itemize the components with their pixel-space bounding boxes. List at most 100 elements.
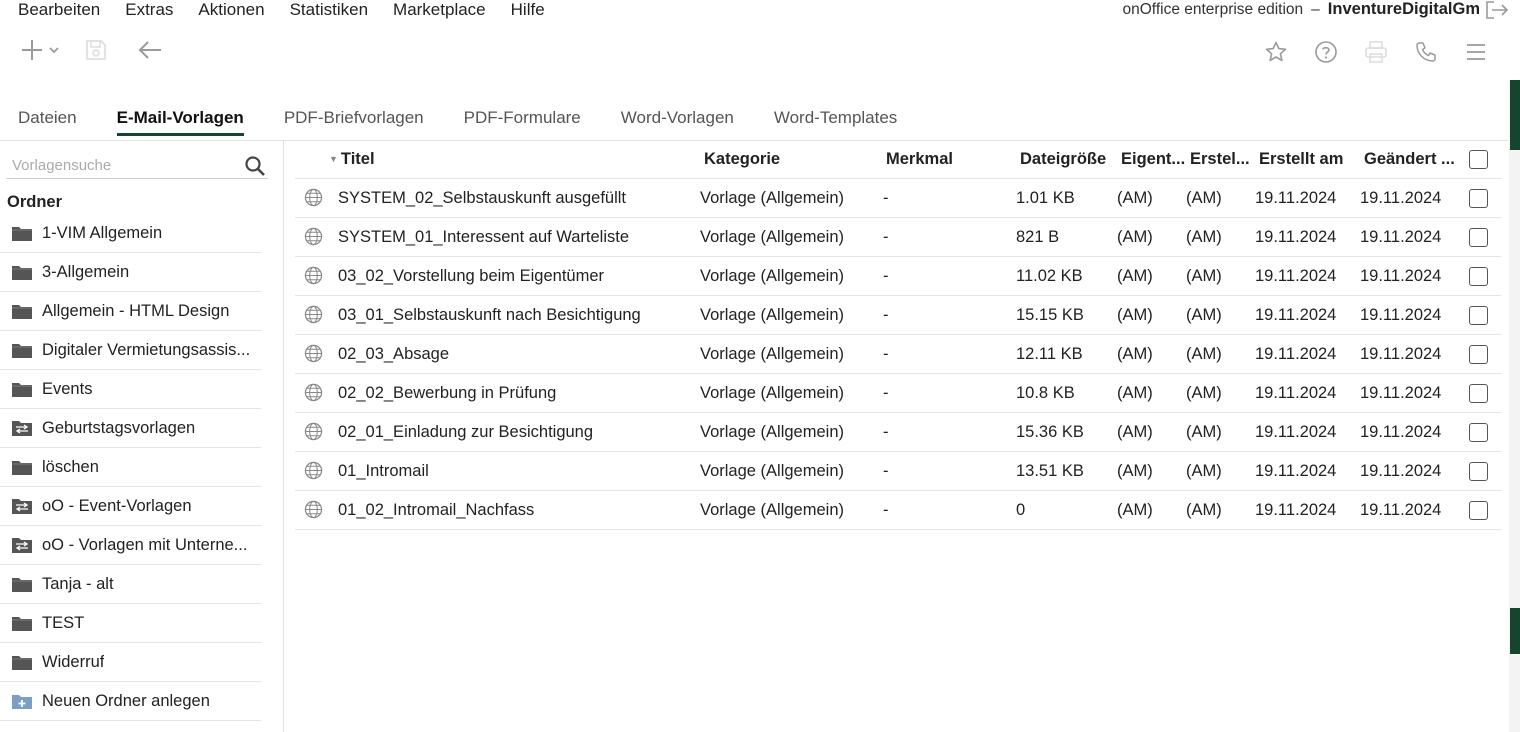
- table-row[interactable]: 03_01_Selbstauskunft nach Besichtigung Vo…: [295, 296, 1501, 335]
- menu-marketplace[interactable]: Marketplace: [393, 0, 486, 19]
- menu-icon[interactable]: [1462, 38, 1490, 66]
- folder-item[interactable]: Widerruf: [0, 643, 261, 682]
- folder-item[interactable]: 3-Allgemein: [0, 253, 261, 292]
- folder-item[interactable]: oO - Event-Vorlagen: [0, 487, 261, 526]
- cell-merkmal: -: [883, 228, 889, 246]
- menu-statistiken[interactable]: Statistiken: [290, 0, 368, 19]
- search-icon[interactable]: [244, 155, 266, 177]
- folder-icon: [11, 224, 33, 242]
- cell-merkmal: -: [883, 501, 889, 519]
- tab-pdf-briefvorlagen[interactable]: PDF-Briefvorlagen: [284, 108, 424, 134]
- cell-kategorie: Vorlage (Allgemein): [700, 267, 844, 285]
- edge-marker-bottom: [1510, 608, 1520, 654]
- search-input[interactable]: [6, 153, 234, 177]
- tab-dateien[interactable]: Dateien: [18, 108, 77, 134]
- folder-item[interactable]: Geburtstagsvorlagen: [0, 409, 261, 448]
- row-checkbox[interactable]: [1469, 267, 1488, 286]
- folder-item[interactable]: löschen: [0, 448, 261, 487]
- chevron-down-icon[interactable]: [46, 36, 62, 64]
- folder-icon: [11, 302, 33, 320]
- row-checkbox[interactable]: [1469, 384, 1488, 403]
- cell-kategorie: Vorlage (Allgemein): [700, 345, 844, 363]
- folder-label: 3-Allgemein: [42, 262, 130, 281]
- table-row[interactable]: 01_Intromail Vorlage (Allgemein) - 13.51 KB…: [295, 452, 1501, 491]
- cell-erstellt-am: 19.11.2024: [1255, 462, 1337, 480]
- folder-icon: [11, 458, 33, 476]
- column-merkmal[interactable]: Merkmal: [886, 150, 953, 169]
- tab-pdf-formulare[interactable]: PDF-Formulare: [464, 108, 581, 134]
- cell-titel: 02_03_Absage: [338, 345, 450, 363]
- toolbar-left: [18, 34, 164, 66]
- row-checkbox[interactable]: [1469, 228, 1488, 247]
- table-row[interactable]: 02_03_Absage Vorlage (Allgemein) - 12.11 KB…: [295, 335, 1501, 374]
- cell-eigentuemer: (AM): [1117, 345, 1153, 363]
- cell-dateigroesse: 1.01 KB: [1016, 189, 1075, 207]
- tab-word-templates[interactable]: Word-Templates: [774, 108, 897, 134]
- menu-bearbeiten[interactable]: Bearbeiten: [18, 0, 100, 19]
- column-ersteller[interactable]: Erstel...: [1190, 150, 1252, 169]
- table-row[interactable]: SYSTEM_02_Selbstauskunft ausgefüllt Vorla…: [295, 179, 1501, 218]
- cell-ersteller: (AM): [1186, 345, 1222, 363]
- column-dateigroesse[interactable]: Dateigröße: [1020, 150, 1106, 169]
- column-geaendert[interactable]: Geändert ...: [1364, 150, 1460, 169]
- menu-extras[interactable]: Extras: [125, 0, 173, 19]
- folder-item[interactable]: Digitaler Vermietungsassis...: [0, 331, 261, 370]
- help-icon[interactable]: [1312, 38, 1340, 66]
- folder-label: 1-VIM Allgemein: [42, 223, 163, 242]
- tab-bar: Dateien E-Mail-Vorlagen PDF-Briefvorlage…: [18, 108, 937, 136]
- cell-titel: SYSTEM_02_Selbstauskunft ausgefüllt: [338, 189, 627, 207]
- print-icon[interactable]: [1362, 38, 1390, 66]
- brand-separator: –: [1311, 1, 1320, 18]
- folder-item[interactable]: oO - Vorlagen mit Unterne...: [0, 526, 261, 565]
- cell-kategorie: Vorlage (Allgemein): [700, 384, 844, 402]
- column-titel[interactable]: ▼ Titel: [329, 150, 375, 169]
- row-checkbox[interactable]: [1469, 462, 1488, 481]
- cell-ersteller: (AM): [1186, 423, 1222, 441]
- table-row[interactable]: 03_02_Vorstellung beim Eigentümer Vorlage…: [295, 257, 1501, 296]
- sidebar: Ordner 1-VIM Allgemein 3-Allgemein Allgeme…: [0, 141, 284, 732]
- folder-item[interactable]: TEST: [0, 604, 261, 643]
- folder-item[interactable]: Tanja - alt: [0, 565, 261, 604]
- folder-label: Digitaler Vermietungsassis...: [42, 340, 251, 359]
- cell-merkmal: -: [883, 267, 889, 285]
- column-erstellt-am[interactable]: Erstellt am: [1259, 150, 1343, 169]
- table-row[interactable]: SYSTEM_01_Interessent auf Warteliste Vorl…: [295, 218, 1501, 257]
- row-checkbox[interactable]: [1469, 501, 1488, 520]
- folder-label: Neuen Ordner anlegen: [42, 691, 210, 710]
- table-row[interactable]: 01_02_Intromail_Nachfass Vorlage (Allgeme…: [295, 491, 1501, 530]
- folder-item[interactable]: Neuen Ordner anlegen: [0, 682, 261, 721]
- logout-icon[interactable]: [1484, 0, 1510, 20]
- folder-label: Geburtstagsvorlagen: [42, 418, 196, 437]
- table-row[interactable]: 02_02_Bewerbung in Prüfung Vorlage (Allge…: [295, 374, 1501, 413]
- plus-icon[interactable]: [18, 36, 46, 64]
- row-checkbox[interactable]: [1469, 306, 1488, 325]
- cell-titel: 02_02_Bewerbung in Prüfung: [338, 384, 557, 402]
- save-icon[interactable]: [82, 36, 110, 64]
- menu-hilfe[interactable]: Hilfe: [511, 0, 545, 19]
- cell-geaendert: 19.11.2024: [1360, 423, 1442, 441]
- cell-titel: 01_02_Intromail_Nachfass: [338, 501, 535, 519]
- select-all-checkbox[interactable]: [1469, 150, 1488, 169]
- cell-ersteller: (AM): [1186, 501, 1222, 519]
- tab-word-vorlagen[interactable]: Word-Vorlagen: [621, 108, 734, 134]
- cell-erstellt-am: 19.11.2024: [1255, 267, 1337, 285]
- cell-ersteller: (AM): [1186, 267, 1222, 285]
- tab-email-vorlagen[interactable]: E-Mail-Vorlagen: [116, 108, 245, 136]
- row-checkbox[interactable]: [1469, 345, 1488, 364]
- column-kategorie[interactable]: Kategorie: [704, 150, 780, 169]
- star-icon[interactable]: [1262, 38, 1290, 66]
- folder-item[interactable]: Events: [0, 370, 261, 409]
- column-eigentuemer[interactable]: Eigent...: [1121, 150, 1187, 169]
- folder-item[interactable]: 1-VIM Allgemein: [0, 214, 261, 253]
- cell-eigentuemer: (AM): [1117, 306, 1153, 324]
- row-checkbox[interactable]: [1469, 189, 1488, 208]
- arrow-left-icon[interactable]: [136, 36, 164, 64]
- folder-label: oO - Vorlagen mit Unterne...: [42, 535, 248, 554]
- table-row[interactable]: 02_01_Einladung zur Besichtigung Vorlage …: [295, 413, 1501, 452]
- phone-icon[interactable]: [1412, 38, 1440, 66]
- cell-kategorie: Vorlage (Allgemein): [700, 189, 844, 207]
- cell-kategorie: Vorlage (Allgemein): [700, 462, 844, 480]
- menu-aktionen[interactable]: Aktionen: [198, 0, 264, 19]
- row-checkbox[interactable]: [1469, 423, 1488, 442]
- folder-item[interactable]: Allgemein - HTML Design: [0, 292, 261, 331]
